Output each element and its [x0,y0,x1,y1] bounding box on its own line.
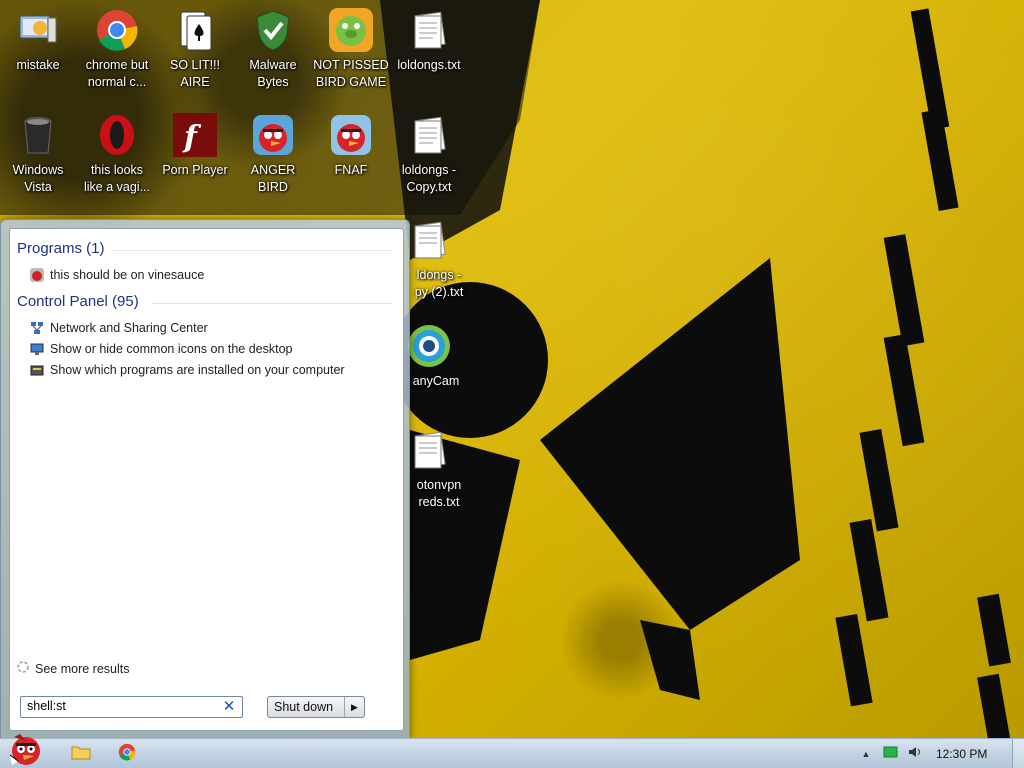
flash-icon: f [171,111,219,159]
chrome-icon [93,6,141,54]
taskbar: ▲ 12:30 PM [0,733,1024,768]
desktop-icon-porn-player[interactable]: f Porn Player [155,111,235,179]
tray-action-center[interactable] [880,742,902,766]
group-divider [152,303,392,304]
desktop-icon-anger-bird[interactable]: ANGER BIRD [233,111,313,196]
green-pig-icon [327,6,375,54]
red-bird-start-orb-icon [6,731,46,768]
result-item-label: this should be on vinesauce [50,268,205,282]
taskbar-explorer-button[interactable] [68,742,94,766]
webcam-icon [405,322,453,370]
result-item-label: Show or hide common icons on the desktop [50,342,293,356]
shut-down-options-arrow-icon[interactable]: ▶ [344,697,364,717]
results-group-title-programs: Programs (1) [17,240,105,257]
see-more-label: See more results [35,661,130,676]
desktop-icon-loldongs-copy-txt[interactable]: loldongs - Copy.txt [389,111,469,196]
folder-icon [71,743,91,766]
group-divider [112,250,392,251]
result-item-label: Network and Sharing Center [50,321,208,335]
desktop-icon-chrome[interactable]: chrome but normal c... [77,6,157,91]
desktop-icon-label: Windows Vista [12,163,64,194]
clear-search-icon[interactable]: ✕ [221,699,237,715]
result-item-show-hide-desktop-icons[interactable]: Show or hide common icons on the desktop [30,340,293,358]
programs-icon [30,363,44,377]
desktop-icon-mistake[interactable]: mistake [0,6,78,74]
desktop-icon-label: SO LIT!!! AIRE [169,58,220,89]
desktop-icon-windows-vista[interactable]: Windows Vista [0,111,78,196]
desktop-icon-label: this looks like a vagi... [83,163,150,194]
desktop-icon-label: mistake [16,58,60,72]
red-bird-icon [327,111,375,159]
desktop-icon-fnaf[interactable]: FNAF [311,111,391,179]
speaker-icon [907,745,923,764]
result-item-vinesauce[interactable]: this should be on vinesauce [30,266,204,284]
show-desktop-button[interactable] [1012,739,1024,768]
desktop-icon-opera[interactable]: this looks like a vagi... [77,111,157,196]
desktop-icon-label: FNAF [334,163,368,177]
see-more-results-link[interactable]: See more results [16,660,129,677]
result-item-label: Show which programs are installed on you… [50,363,345,377]
recycle-bin-icon [14,111,62,159]
desktop-icon-so-lit-aire[interactable]: SO LIT!!! AIRE [155,6,235,91]
shut-down-label: Shut down [274,700,334,714]
show-hidden-icons-button[interactable]: ▲ [856,742,876,766]
desktop-icon-label: chrome but normal c... [85,58,149,89]
text-file-icon [405,111,453,159]
desktop-icon-not-pissed-bird-game[interactable]: NOT PISSED BIRD GAME [311,6,391,91]
start-button[interactable] [6,733,46,768]
desktop-icon-label: ANGER BIRD [250,163,296,194]
result-item-show-installed-programs[interactable]: Show which programs are installed on you… [30,361,345,379]
taskbar-clock[interactable]: 12:30 PM [936,747,987,761]
result-item-network-sharing-center[interactable]: Network and Sharing Center [30,319,208,337]
playing-card-icon [171,6,219,54]
taskbar-chrome-button[interactable] [114,742,140,766]
desktop-icon-malwarebytes[interactable]: Malware Bytes [233,6,313,91]
text-file-icon [405,216,453,264]
shield-check-icon [249,6,297,54]
desktop-icon-label: loldongs - Copy.txt [401,163,457,194]
desktop-icon-label: Malware Bytes [249,58,297,89]
monitor-user-icon [14,6,62,54]
green-flag-icon [883,745,899,764]
tray-volume[interactable] [904,742,926,766]
desktop-icon-loldongs-txt[interactable]: loldongs.txt [389,6,469,74]
red-bird-icon [249,111,297,159]
display-icon [30,342,44,356]
chevron-up-icon: ▲ [861,749,871,759]
text-file-icon [405,426,453,474]
desktop-icon-label: loldongs.txt [397,58,461,72]
results-group-title-control-panel: Control Panel (95) [17,293,139,310]
search-spinner-icon [16,660,30,677]
opera-icon [93,111,141,159]
start-search-input[interactable]: shell:st [20,696,243,718]
desktop-icon-label: NOT PISSED BIRD GAME [313,58,389,89]
network-icon [30,321,44,335]
desktop-icon-label: Porn Player [162,163,228,177]
bird-game-icon [30,268,44,282]
text-file-icon [405,6,453,54]
shut-down-button[interactable]: Shut down ▶ [267,696,365,718]
chrome-icon [118,743,136,766]
